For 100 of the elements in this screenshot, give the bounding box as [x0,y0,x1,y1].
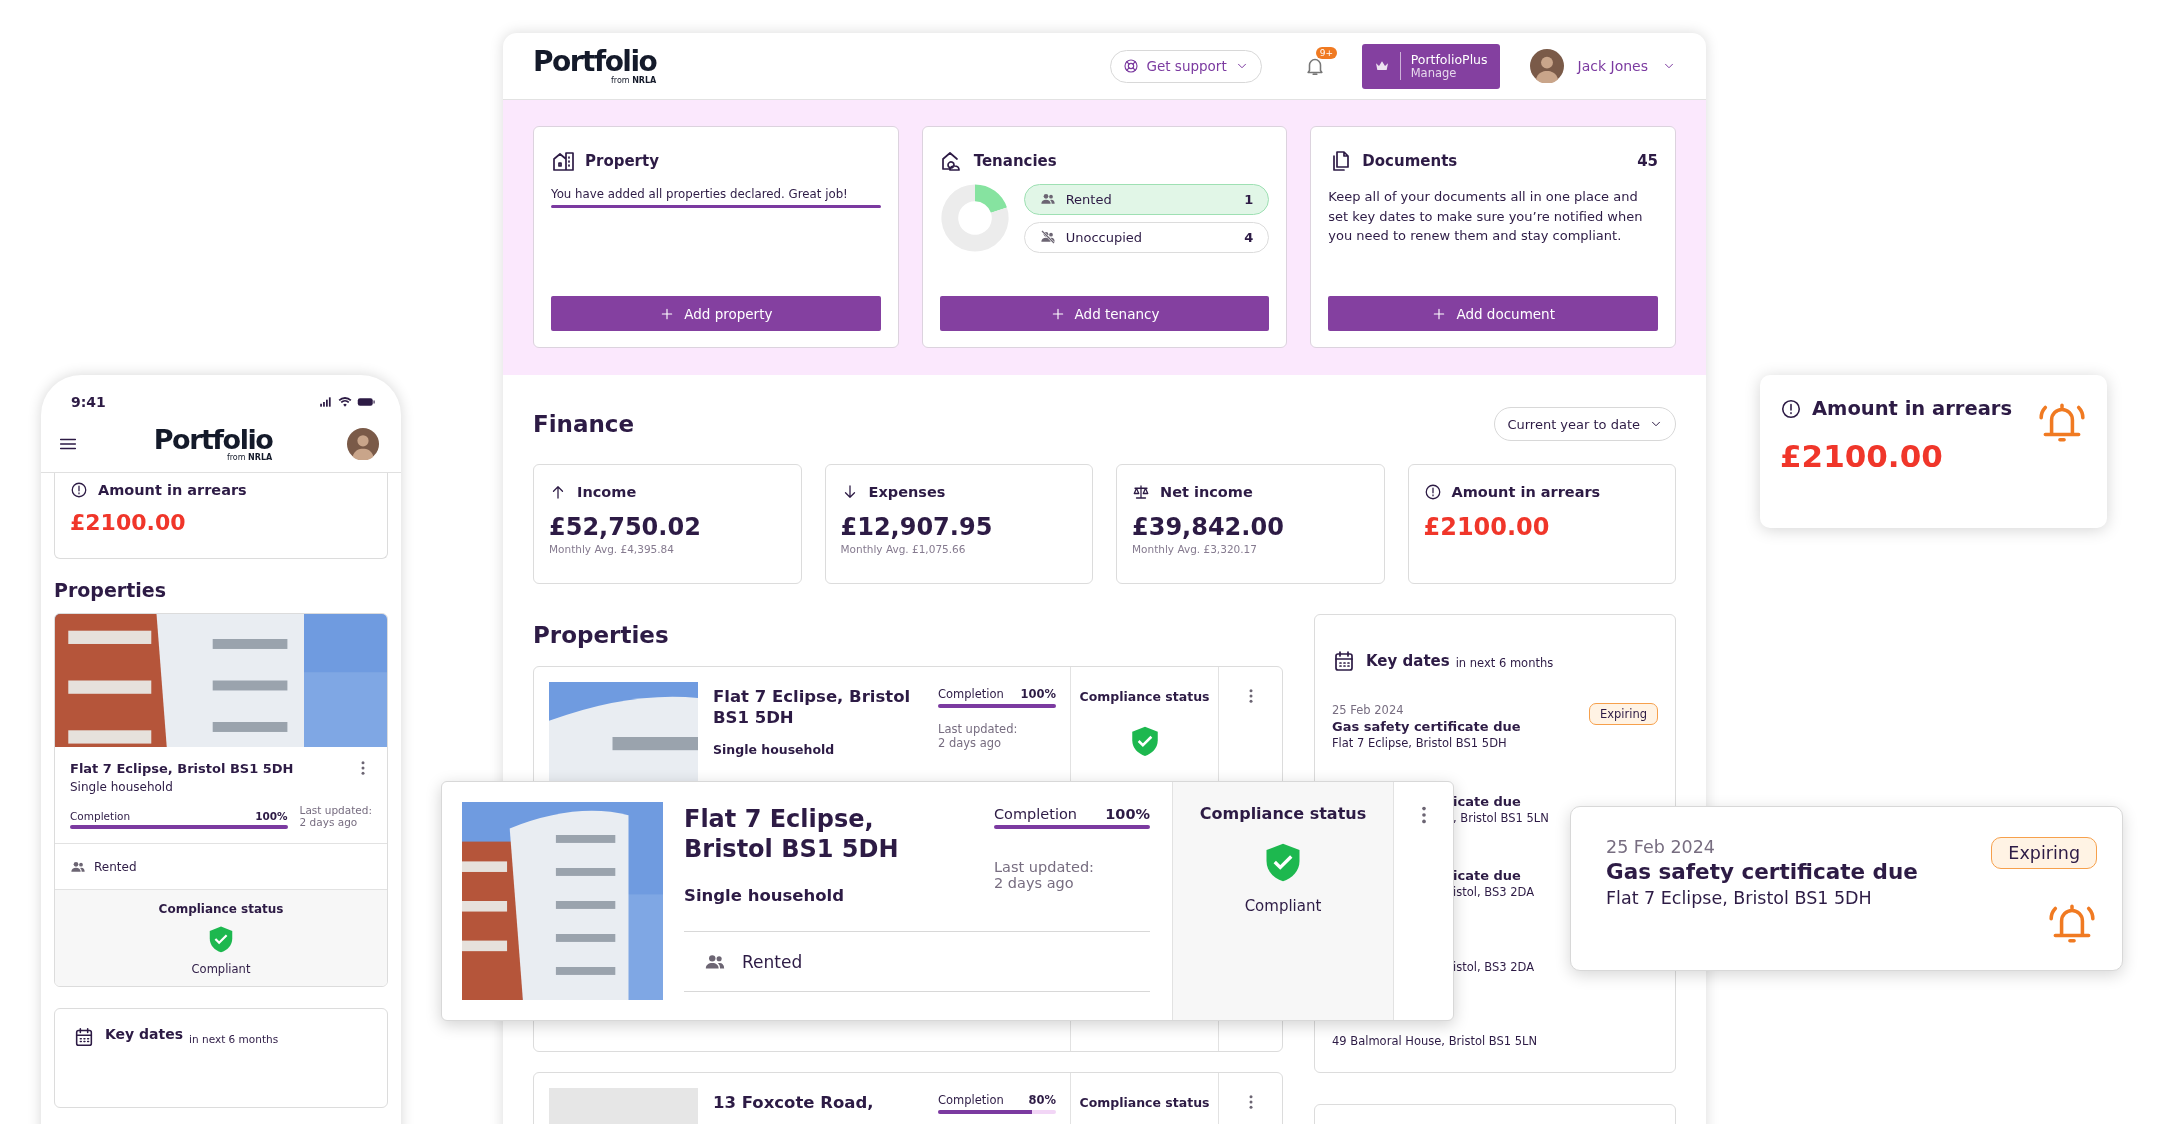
completion-percent: 80% [1028,1093,1056,1107]
clock: 9:41 [71,394,106,410]
description: Keep all of your documents all in one place and set key dates to make sure you’re notified when you need to renew them and stay compliant. [1328,188,1644,245]
status-badge: Expiring [1588,703,1658,725]
people-icon [1039,191,1056,207]
compliance-title: Compliance status [1079,689,1210,704]
key-date-title[interactable]: icate due [1453,868,1535,883]
add-button[interactable]: Add property [551,296,881,331]
logo-subtitle: from NRLA [226,453,273,462]
last-updated: 2 days ago [299,816,359,828]
property-name[interactable]: Flat 7 Eclipse, Bristol BS1 5DH [70,760,294,776]
compliance-status: Compliant [1244,897,1322,915]
key-date-title[interactable]: Gas safety certificate due [1332,719,1521,734]
compliance-title: Compliance status [1079,1095,1210,1110]
card-title: Net income [1160,484,1253,500]
card-title: Amount in arrears [1451,484,1601,500]
alert-icon [1423,483,1442,501]
tenancy-row[interactable]: Rented 1 [1023,183,1270,215]
tenancy-label: Unoccupied [1065,229,1144,245]
completion-percent: 100% [1105,806,1150,822]
logo[interactable]: Portfolio [153,425,273,453]
amount: £12,907.95 [840,513,994,541]
property-name[interactable]: Flat 7 Eclipse, Bristol BS1 5DH [713,687,938,729]
amount: £2100.00 [1780,438,1944,474]
building-icon [551,149,575,173]
completion-percent: 100% [255,810,288,822]
amount: £2100.00 [1423,513,1551,541]
card-subtitle: in next 6 months [1455,654,1554,670]
card-title: Key dates [105,1026,184,1042]
card-title: Tenancies [973,152,1057,170]
card-title: Documents [1362,152,1458,170]
wifi-icon [338,395,352,409]
property-type: Single household [70,780,174,794]
card-title: Key dates [1366,652,1450,670]
tenancy-count: 4 [1244,229,1254,245]
monthly-average: Monthly Avg. £4,395.84 [549,543,675,555]
scales-icon [1132,483,1150,501]
lifebuoy-icon [1122,58,1139,74]
amount: £39,842.00 [1132,513,1285,541]
card-title: Expenses [868,484,946,500]
last-updated-label: Last updated: [994,859,1095,875]
tenancy-count: 1 [1244,191,1254,207]
address: Flat 7 Eclipse, Bristol BS1 5DH [1606,888,1873,908]
avatar[interactable] [1529,49,1564,83]
tenancy-status: Rented [94,859,137,874]
key-date-title: Gas safety certificate due [1606,859,1918,884]
amount: £2100.00 [70,510,187,535]
card-title: Property [585,152,659,170]
property-type: Single household [713,742,836,758]
date: 25 Feb 2024 [1332,703,1405,717]
address: istol, BS3 2DA [1453,885,1535,899]
completion-label: Completion [938,687,1004,701]
people-crossed-icon [1039,229,1056,245]
document-count: 45 [1637,152,1658,170]
card-title: Amount in arrears [1812,397,2013,420]
logo[interactable]: Portfolio [533,47,657,76]
tenancy-status: Rented [742,951,803,972]
date: 25 Feb 2024 [1606,837,1716,857]
card-title: Amount in arrears [98,482,247,498]
last-updated-label: Last updated: [938,722,1019,736]
property-name[interactable]: 13 Foxcote Road, [713,1093,938,1114]
card-subtitle: in next 6 months [189,1032,279,1045]
calendar-icon [1332,649,1356,673]
completion-label: Completion [70,810,131,822]
section-title: Properties [533,622,670,648]
plan-button[interactable]: PortfolioPlus Manage [1361,43,1500,89]
notification-badge: 9+ [1315,47,1337,59]
monthly-average: Monthly Avg. £3,320.17 [1132,543,1258,555]
compliance-title: Compliance status [158,902,284,916]
user-name[interactable]: Jack Jones [1577,58,1648,74]
completion-label: Completion [994,806,1078,822]
status-message: You have added all properties declared. Great job! [551,187,849,201]
last-updated: 2 days ago [994,875,1075,891]
tenancy-label: Rented [1065,191,1113,207]
section-title: Finance [533,411,635,437]
signal-icon [319,395,333,409]
avatar[interactable] [347,427,379,460]
address: 49 Balmoral House, Bristol BS1 5LN [1332,1034,1538,1048]
last-updated-label: Last updated: [299,804,372,816]
last-updated: 2 days ago [938,736,1003,750]
section-title: Properties [54,579,167,601]
property-type: Single household [684,886,846,905]
add-button[interactable]: Add tenancy [939,296,1270,331]
amount: £52,750.02 [549,513,702,541]
alert-icon [1780,397,1802,420]
key-date-title[interactable]: icate due [1453,794,1549,809]
address: , Bristol BS1 5LN [1453,811,1549,825]
monthly-average: Monthly Avg. £1,075.66 [840,543,967,555]
completion-label: Completion [938,1093,1004,1107]
alert-icon [70,481,88,499]
status-badge: Expiring [1991,837,2097,869]
card-title: Income [577,484,637,500]
completion-percent: 100% [1020,687,1056,701]
address: Flat 7 Eclipse, Bristol BS1 5DH [1332,736,1508,750]
add-button[interactable]: Add document [1328,296,1658,331]
compliance-title: Compliance status [1199,804,1367,823]
compliance-status: Compliant [191,962,251,976]
calendar-icon [73,1026,95,1048]
logo-subtitle: from NRLA [611,76,657,85]
property-name[interactable]: Flat 7 Eclipse, Bristol BS1 5DH [684,804,964,864]
